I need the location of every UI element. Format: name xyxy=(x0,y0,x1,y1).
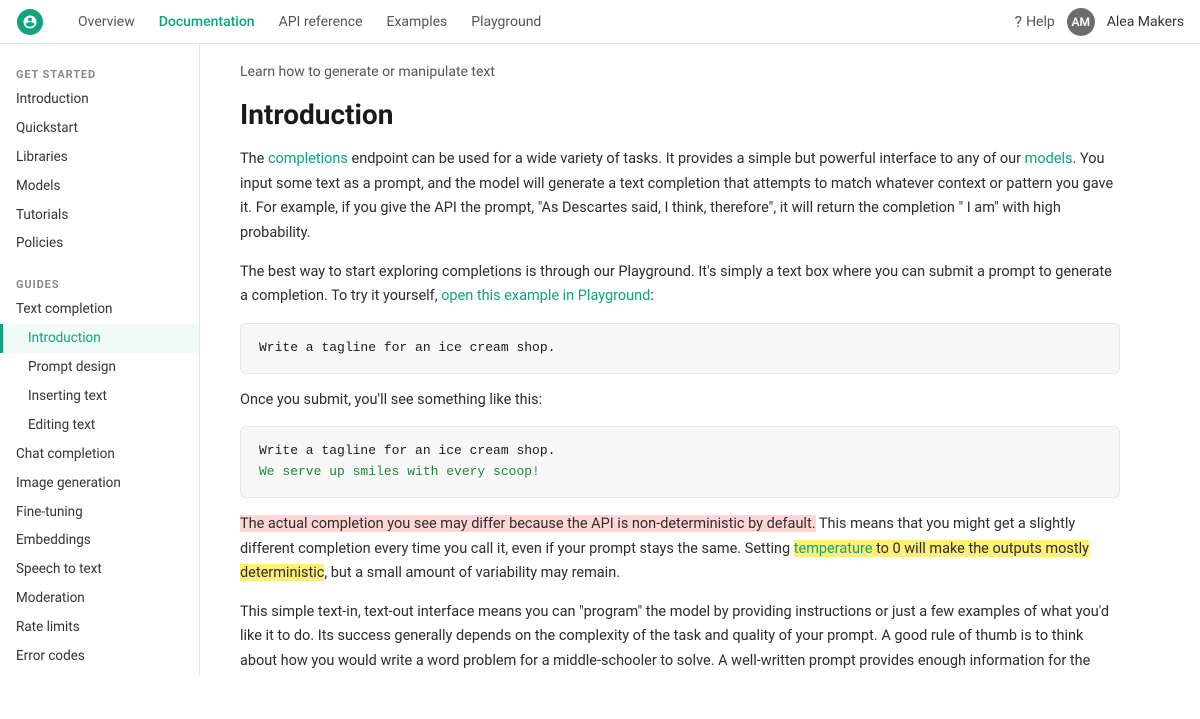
avatar[interactable]: AM xyxy=(1067,8,1095,36)
logo[interactable] xyxy=(16,8,44,36)
user-name: Alea Makers xyxy=(1107,14,1184,30)
page-title: Introduction xyxy=(240,98,1120,131)
help-icon: ? xyxy=(1015,12,1023,31)
warning-pink-text: The actual completion you see may differ… xyxy=(240,515,816,532)
get-started-section-title: GET STARTED xyxy=(0,60,199,85)
sidebar-item-rate-limits[interactable]: Rate limits xyxy=(0,613,199,642)
para-2: The best way to start exploring completi… xyxy=(240,260,1120,309)
top-navigation: Overview Documentation API reference Exa… xyxy=(0,0,1200,44)
sidebar-item-safety-best-practices[interactable]: Safety best practices xyxy=(0,671,199,675)
playground-link[interactable]: open this example in Playground xyxy=(441,287,650,304)
code-block-2: Write a tagline for an ice cream shop. W… xyxy=(240,426,1120,498)
sidebar-item-embeddings[interactable]: Embeddings xyxy=(0,526,199,555)
code2-line1: Write a tagline for an ice cream shop. xyxy=(259,441,1101,462)
help-label: Help xyxy=(1026,14,1055,30)
sidebar-item-tutorials[interactable]: Tutorials xyxy=(0,201,199,230)
para2-text: The best way to start exploring completi… xyxy=(240,263,1112,305)
sidebar-item-quickstart[interactable]: Quickstart xyxy=(0,114,199,143)
layout: GET STARTED Introduction Quickstart Libr… xyxy=(0,44,1200,675)
nav-playground[interactable]: Playground xyxy=(461,8,551,36)
para1-before-completions: The xyxy=(240,150,268,167)
para-3: Once you submit, you'll see something li… xyxy=(240,388,1120,413)
sidebar-item-text-completion[interactable]: Text completion xyxy=(0,295,199,324)
code-block-1: Write a tagline for an ice cream shop. xyxy=(240,323,1120,374)
para1-after-completions: endpoint can be used for a wide variety … xyxy=(348,150,1025,167)
sidebar-item-prompt-design[interactable]: Prompt design xyxy=(0,353,199,382)
sidebar-item-chat-completion[interactable]: Chat completion xyxy=(0,440,199,469)
code1-text: Write a tagline for an ice cream shop. xyxy=(259,340,555,355)
sidebar-item-guide-introduction[interactable]: Introduction xyxy=(0,324,199,353)
sidebar: GET STARTED Introduction Quickstart Libr… xyxy=(0,44,200,675)
main-content: Learn how to generate or manipulate text… xyxy=(200,44,1160,675)
code2-line2: We serve up smiles with every scoop! xyxy=(259,462,1101,483)
completions-link[interactable]: completions xyxy=(268,150,348,167)
para-1: The completions endpoint can be used for… xyxy=(240,147,1120,246)
para4-end: , but a small amount of variability may … xyxy=(324,564,620,581)
nav-examples[interactable]: Examples xyxy=(377,8,458,36)
sidebar-item-inserting-text[interactable]: Inserting text xyxy=(0,382,199,411)
nav-right: ? Help AM Alea Makers xyxy=(1015,8,1185,36)
page-subtitle: Learn how to generate or manipulate text xyxy=(240,64,1120,80)
para-5: This simple text-in, text-out interface … xyxy=(240,600,1120,675)
sidebar-item-fine-tuning[interactable]: Fine-tuning xyxy=(0,498,199,527)
help-button[interactable]: ? Help xyxy=(1015,12,1055,31)
nav-overview[interactable]: Overview xyxy=(68,8,145,36)
guides-section-title: GUIDES xyxy=(0,270,199,295)
para-4: The actual completion you see may differ… xyxy=(240,512,1120,586)
sidebar-item-policies[interactable]: Policies xyxy=(0,229,199,258)
sidebar-item-error-codes[interactable]: Error codes xyxy=(0,642,199,671)
sidebar-item-image-generation[interactable]: Image generation xyxy=(0,469,199,498)
sidebar-item-moderation[interactable]: Moderation xyxy=(0,584,199,613)
temperature-link[interactable]: temperature xyxy=(794,540,873,557)
sidebar-item-speech-to-text[interactable]: Speech to text xyxy=(0,555,199,584)
sidebar-item-models[interactable]: Models xyxy=(0,172,199,201)
nav-links: Overview Documentation API reference Exa… xyxy=(68,8,1015,36)
para2-end: : xyxy=(650,287,654,304)
nav-api-reference[interactable]: API reference xyxy=(269,8,373,36)
nav-documentation[interactable]: Documentation xyxy=(149,8,265,36)
sidebar-item-libraries[interactable]: Libraries xyxy=(0,143,199,172)
sidebar-item-editing-text[interactable]: Editing text xyxy=(0,411,199,440)
setting-before: Setting xyxy=(745,540,794,557)
sidebar-item-introduction[interactable]: Introduction xyxy=(0,85,199,114)
models-link[interactable]: models xyxy=(1025,150,1073,167)
